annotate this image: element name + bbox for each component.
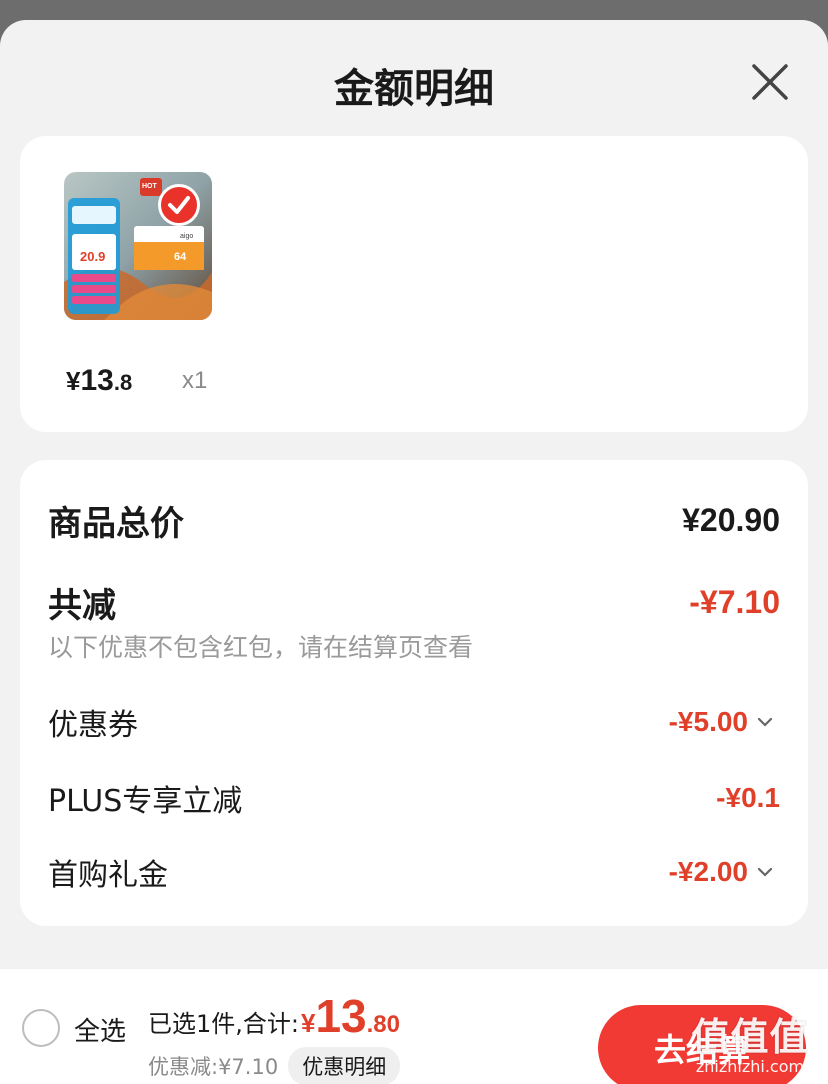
total-currency: ¥ — [300, 1008, 316, 1038]
selected-check-badge[interactable] — [158, 184, 200, 226]
total-integer: 13 — [315, 990, 367, 1042]
site-watermark: 值值值 zhizhizhi.com — [676, 1006, 824, 1076]
total-price-label: 商品总价 — [48, 504, 184, 544]
page-title: 金额明细 — [334, 66, 494, 112]
coupon-label: 优惠券 — [48, 708, 138, 743]
select-all-radio[interactable] — [22, 1009, 60, 1047]
coupon-value: -¥5.00 — [668, 706, 748, 737]
price-currency: ¥ — [66, 366, 81, 396]
total-decimal: .80 — [366, 1011, 400, 1038]
first-purchase-gift-value: -¥2.00 — [668, 856, 748, 887]
select-all-label[interactable]: 全选 — [74, 1011, 126, 1048]
reduction-note: 以下优惠不包含红包，请在结算页查看 — [48, 633, 474, 662]
check-icon — [168, 196, 190, 214]
product-quantity: x1 — [182, 367, 208, 394]
svg-text:64: 64 — [174, 251, 187, 263]
coupon-row[interactable]: 优惠券 -¥5.00 — [48, 700, 774, 744]
product-card: 20.9 HOT aigo 64 ¥13.8 x1 — [20, 136, 808, 432]
first-purchase-gift-label: 首购礼金 — [48, 858, 168, 893]
summary-card: 商品总价 ¥20.90 共减 -¥7.10 以下优惠不包含红包，请在结算页查看 … — [20, 460, 808, 926]
close-button[interactable] — [744, 56, 796, 108]
coupon-value-wrap: -¥5.00 — [669, 706, 774, 738]
sheet-header: 金额明细 — [0, 20, 828, 136]
amount-detail-sheet: 金额明细 20.9 HOT aigo 64 ¥13.8 x1 商品总价 ¥20.… — [0, 20, 828, 1084]
reduction-value: -¥7.10 — [689, 584, 780, 620]
chevron-down-icon — [757, 867, 773, 877]
price-decimal: .8 — [113, 370, 133, 395]
plus-discount-value: -¥0.1 — [716, 782, 780, 813]
svg-text:aigo: aigo — [180, 233, 193, 240]
chevron-down-icon — [757, 717, 773, 727]
total-label: 已选1件,合计: — [148, 1010, 299, 1038]
reduction-row: 共减 -¥7.10 — [48, 578, 780, 627]
watermark-logo: 值值值 — [691, 1015, 809, 1059]
first-purchase-gift-row[interactable]: 首购礼金 -¥2.00 — [48, 850, 774, 894]
total-summary: 已选1件,合计: ¥ 13 .80 — [148, 989, 400, 1043]
price-integer: 13 — [80, 364, 114, 397]
watermark-url: zhizhizhi.com — [695, 1057, 805, 1076]
plus-discount-label: PLUS专享立减 — [48, 784, 243, 819]
total-price-row: 商品总价 ¥20.90 — [48, 496, 780, 545]
total-price-value: ¥20.90 — [682, 502, 780, 538]
close-icon — [752, 64, 788, 100]
first-purchase-gift-value-wrap: -¥2.00 — [669, 856, 774, 888]
product-price: ¥13.8 — [66, 364, 132, 398]
svg-text:20.9: 20.9 — [80, 249, 105, 264]
plus-discount-row: PLUS专享立减 -¥0.1 — [48, 776, 780, 820]
discount-detail-button[interactable]: 优惠明细 — [288, 1047, 401, 1084]
discount-summary: 优惠减:¥7.10 优惠明细 — [148, 1047, 401, 1084]
svg-text:HOT: HOT — [142, 183, 158, 190]
reduction-label: 共减 — [48, 586, 116, 626]
discount-text: 优惠减:¥7.10 — [148, 1055, 279, 1079]
